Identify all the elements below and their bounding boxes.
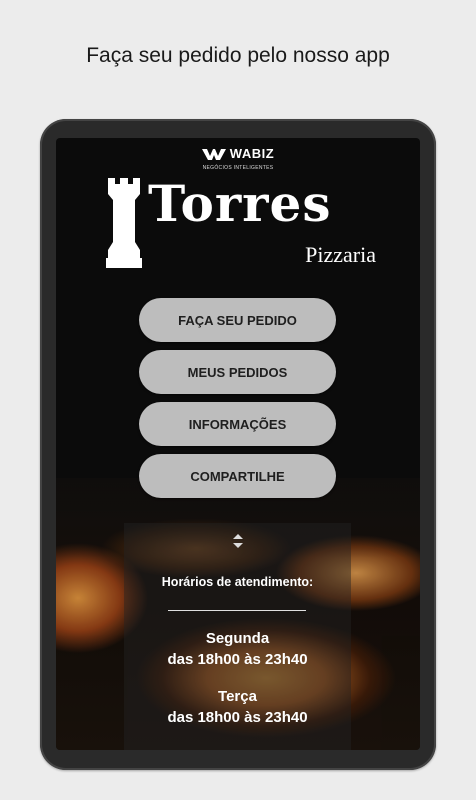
- hours-title: Horários de atendimento:: [161, 575, 314, 589]
- wabiz-name: WABIZ: [229, 146, 275, 161]
- wabiz-logo: WABIZ NEGÓCIOS INTELIGENTES: [56, 146, 420, 171]
- wabiz-mark-icon: [201, 148, 226, 160]
- main-menu: FAÇA SEU PEDIDO MEUS PEDIDOS INFORMAÇÕES…: [139, 298, 336, 506]
- expand-collapse-icon[interactable]: [228, 531, 248, 551]
- my-orders-button[interactable]: MEUS PEDIDOS: [139, 350, 336, 394]
- hours-divider: [168, 610, 306, 611]
- wabiz-tagline: NEGÓCIOS INTELIGENTES: [202, 164, 274, 171]
- chess-rook-icon: [106, 178, 142, 268]
- brand-subtitle: Pizzaria: [305, 242, 376, 267]
- day-name: Terça: [218, 688, 257, 705]
- opening-hours-panel: Horários de atendimento: Segunda das 18h…: [124, 523, 351, 750]
- information-button[interactable]: INFORMAÇÕES: [139, 402, 336, 446]
- promo-caption: Faça seu pedido pelo nosso app: [86, 44, 390, 67]
- hours-entry: Terça das 18h00 às 23h40: [124, 686, 351, 728]
- day-time: das 18h00 às 23h40: [167, 709, 308, 726]
- torres-pizzaria-logo: Torres Pizzaria: [106, 174, 376, 278]
- share-button[interactable]: COMPARTILHE: [139, 454, 336, 498]
- brand-title: Torres: [148, 174, 332, 233]
- order-button[interactable]: FAÇA SEU PEDIDO: [139, 298, 336, 342]
- app-screen: WABIZ NEGÓCIOS INTELIGENTES Torres Pizza…: [56, 138, 420, 750]
- day-time: das 18h00 às 23h40: [167, 651, 308, 668]
- hours-entry: Segunda das 18h00 às 23h40: [124, 628, 351, 670]
- tablet-frame: WABIZ NEGÓCIOS INTELIGENTES Torres Pizza…: [40, 119, 436, 770]
- day-name: Segunda: [205, 630, 270, 647]
